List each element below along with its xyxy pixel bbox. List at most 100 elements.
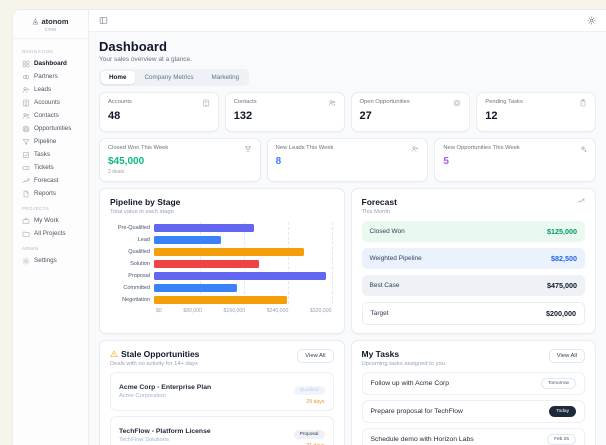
tab-company-metrics[interactable]: Company Metrics <box>137 71 202 84</box>
app-window: atonom CRM Navigation Dashboard Partners… <box>12 9 606 445</box>
stat-card-new-leads-week: New Leads This Week 8 <box>266 138 429 182</box>
stat-card-pending-tasks: Pending Tasks 12 <box>476 92 596 132</box>
chart-bar-track <box>154 236 332 244</box>
tab-marketing[interactable]: Marketing <box>204 71 248 84</box>
funnel-icon <box>22 138 30 146</box>
document-icon <box>22 190 30 198</box>
chart-bar-row: Qualified <box>110 246 334 258</box>
trophy-icon <box>244 145 252 153</box>
chart-bar <box>154 260 260 268</box>
stat-card-closed-won-week: Closed Won This Week $45,000 3 deals <box>99 138 261 182</box>
charts-row: Pipeline by Stage Total value in each st… <box>99 188 596 334</box>
task-item-schedule-demo-horizon[interactable]: Schedule demo with Horizon Labs Feb 25 <box>361 428 585 445</box>
forecast-subtitle: This Month <box>361 209 391 215</box>
chart-bar-track <box>154 296 332 304</box>
stat-card-open-opportunities: Open Opportunities 27 <box>350 92 471 132</box>
tasks-view-all-button[interactable]: View All <box>548 349 585 363</box>
chart-category-label: Committed <box>123 285 150 291</box>
chart-bar-row: Solution <box>110 258 334 270</box>
pipeline-plot-rows: Pre-Qualified Lead Qualified Solution Propos… <box>110 222 334 306</box>
trend-up-icon <box>577 197 585 205</box>
stat-card-accounts: Accounts 48 <box>99 92 219 132</box>
chart-bar <box>154 272 326 280</box>
pipeline-panel: Pipeline by Stage Total value in each st… <box>99 188 345 334</box>
page-subtitle: Your sales overview at a glance. <box>99 56 192 63</box>
chart-bar-track <box>154 272 332 280</box>
sidebar-item-pipeline[interactable]: Pipeline <box>20 135 81 148</box>
briefcase-icon <box>22 217 30 225</box>
check-square-icon <box>22 151 30 159</box>
building-icon <box>22 99 30 107</box>
brand-logo: atonom CRM <box>13 10 88 39</box>
ticket-icon <box>22 164 30 172</box>
building-icon <box>202 99 210 107</box>
gear-icon <box>22 256 30 265</box>
users-icon <box>22 112 30 120</box>
stale-opportunities-panel: Stale Opportunities Deals with no activi… <box>99 340 345 445</box>
chart-bar-track <box>154 284 332 292</box>
sidebar-item-dashboard[interactable]: Dashboard <box>20 57 81 70</box>
chart-category-label: Lead <box>137 237 150 243</box>
sidebar-item-forecast[interactable]: Forecast <box>20 174 81 187</box>
closed-won-deal-count: 3 deals <box>108 169 125 175</box>
stale-view-all-button[interactable]: View All <box>297 349 334 363</box>
chart-bar <box>154 296 288 304</box>
top-bar <box>89 10 606 32</box>
chart-x-axis: $0 $80,000 $160,000 $240,000 $320,000 <box>156 308 332 314</box>
task-item-follow-up-acme[interactable]: Follow up with Acme Corp Tomorrow <box>361 372 585 395</box>
sidebar-item-opportunities[interactable]: Opportunities <box>20 122 81 135</box>
chart-bar-row: Lead <box>110 234 334 246</box>
forecast-row-target: Target $200,000 <box>361 302 585 325</box>
chart-category-label: Pre-Qualified <box>117 225 150 231</box>
main-area: Dashboard Your sales overview at a glanc… <box>89 10 606 445</box>
chart-bar <box>154 224 254 232</box>
chart-category-label: Negotiation <box>122 297 150 303</box>
sidebar-item-all-projects[interactable]: All Projects <box>20 227 81 240</box>
week-stat-row: Closed Won This Week $45,000 3 deals New… <box>99 138 597 182</box>
warning-icon <box>110 350 118 358</box>
brand-icon <box>32 18 39 25</box>
users-icon <box>328 99 336 107</box>
tab-home[interactable]: Home <box>101 71 135 84</box>
pipeline-title: Pipeline by Stage <box>110 197 181 207</box>
chart-bar-row: Proposal <box>110 270 334 282</box>
lists-row: Stale Opportunities Deals with no activi… <box>99 340 596 445</box>
pipeline-chart: Pre-Qualified Lead Qualified Solution Propos… <box>110 222 334 314</box>
target-icon <box>22 125 30 133</box>
stale-item-acme[interactable]: Acme Corp - Enterprise Plan Acme Corpora… <box>110 372 334 411</box>
sidebar-toggle-icon[interactable] <box>99 16 108 25</box>
projects-section-label: Projects <box>22 206 50 211</box>
chart-bar <box>154 284 238 292</box>
forecast-row-closed-won: Closed Won $125,000 <box>361 221 585 242</box>
sidebar-item-partners[interactable]: Partners <box>20 70 81 83</box>
stat-card-row: Accounts 48 Contacts 132 Open Opportunit… <box>99 92 596 132</box>
sidebar-item-settings[interactable]: Settings <box>20 254 81 267</box>
task-item-prepare-proposal-techflow[interactable]: Prepare proposal for TechFlow Today <box>361 400 585 423</box>
chart-category-label: Qualified <box>128 249 150 255</box>
chart-bar <box>154 248 304 256</box>
folder-icon <box>22 230 30 238</box>
stale-title: Stale Opportunities <box>121 349 200 359</box>
tab-bar: Home Company Metrics Marketing <box>99 69 250 86</box>
theme-gear-icon[interactable] <box>587 16 596 25</box>
stale-item-techflow[interactable]: TechFlow - Platform License TechFlow Sol… <box>110 416 334 445</box>
sidebar-item-tasks[interactable]: Tasks <box>20 148 81 161</box>
sidebar-item-contacts[interactable]: Contacts <box>20 109 81 122</box>
sidebar-item-my-work[interactable]: My Work <box>20 214 81 227</box>
sidebar-item-reports[interactable]: Reports <box>20 187 81 200</box>
stale-subtitle: Deals with no activity for 14+ days <box>110 361 198 367</box>
stat-card-new-opportunities-week: New Opportunities This Week 5 <box>434 138 597 182</box>
tasks-title: My Tasks <box>361 349 400 359</box>
chart-bar-track <box>154 260 332 268</box>
chart-bar-row: Pre-Qualified <box>110 222 334 234</box>
forecast-row-weighted-pipeline: Weighted Pipeline $82,500 <box>361 248 585 269</box>
brand-product: CRM <box>44 27 57 32</box>
sidebar-item-accounts[interactable]: Accounts <box>20 96 81 109</box>
sparkles-icon <box>579 145 587 153</box>
sidebar-item-tickets[interactable]: Tickets <box>20 161 81 174</box>
sidebar-item-leads[interactable]: Leads <box>20 83 81 96</box>
chart-bar-row: Committed <box>110 282 334 294</box>
due-badge: Today <box>549 406 576 417</box>
handshake-icon <box>22 73 30 81</box>
forecast-panel: Forecast This Month Closed Won $125,000 … <box>350 188 596 334</box>
